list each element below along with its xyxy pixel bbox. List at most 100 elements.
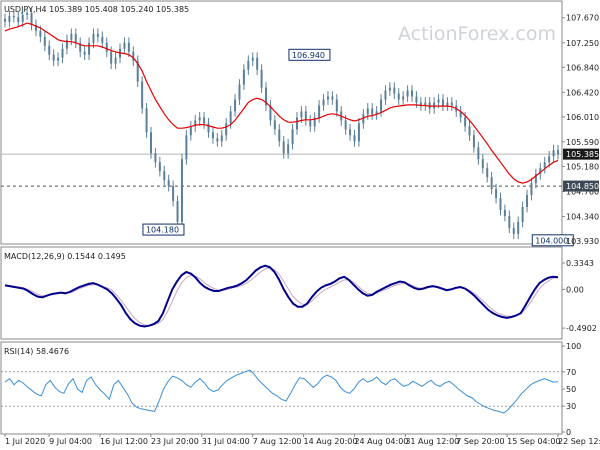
usdjpy-h4-chart: ActionForex.com USDJPY,H4 105.389 105.40… — [0, 0, 600, 450]
candle-body — [158, 162, 161, 172]
candle-body — [300, 111, 303, 118]
candle-body — [349, 129, 352, 136]
candle-body — [110, 51, 113, 64]
candle-body — [548, 156, 551, 163]
candle-body — [353, 135, 356, 142]
annotation-label: 106.940 — [292, 51, 325, 60]
candle-body — [433, 102, 436, 109]
price-tick-label: 105.590 — [566, 138, 599, 147]
candle-body — [371, 108, 374, 115]
candle-body — [114, 57, 117, 64]
candle-body — [273, 120, 276, 130]
candle-body — [26, 12, 29, 15]
candle-body — [225, 123, 228, 136]
candle-body — [17, 17, 20, 22]
time-tick-label: 15 Sep 04:00 — [507, 437, 560, 446]
candle-body — [123, 42, 126, 49]
time-tick-label: 1 Jul 2020 — [5, 437, 45, 446]
candle-body — [30, 12, 33, 25]
candle-body — [8, 15, 11, 22]
candle-body — [508, 215, 511, 228]
candle-body — [145, 108, 148, 133]
candle-body — [344, 120, 347, 130]
macd-tick-label: -0.4902 — [566, 324, 597, 333]
time-tick-label: 7 Aug 12:00 — [253, 437, 302, 446]
candle-body — [446, 102, 449, 106]
candle-body — [557, 150, 559, 155]
annotation-label: 104.180 — [146, 226, 179, 235]
candle-body — [380, 99, 383, 112]
price-tick-label: 103.930 — [566, 237, 599, 246]
candle-body — [251, 57, 254, 61]
candle-body — [486, 168, 489, 178]
candle-body — [526, 195, 529, 207]
candle-body — [172, 186, 175, 202]
candle-body — [393, 87, 396, 94]
candle-body — [127, 42, 130, 52]
rsi-tick-label: 50 — [566, 385, 576, 394]
candle-body — [238, 84, 241, 100]
candle-body — [74, 33, 77, 43]
rsi-tick-label: 30 — [566, 402, 576, 411]
candle-body — [260, 69, 263, 88]
candle-body — [552, 150, 555, 157]
candle-body — [322, 99, 325, 106]
candle-body — [464, 117, 467, 127]
candle-body — [362, 114, 365, 124]
candle-body — [490, 177, 493, 190]
candle-body — [521, 206, 524, 222]
candle-body — [402, 96, 405, 100]
candle-body — [441, 99, 444, 106]
macd-panel-title: MACD(12,26,9) 0.1544 0.1495 — [4, 252, 126, 261]
candle-body — [154, 153, 157, 163]
watermark: ActionForex.com — [398, 23, 556, 45]
candle-body — [472, 135, 475, 148]
candle-body — [309, 120, 312, 127]
candle-body — [295, 117, 298, 130]
candle-body — [141, 81, 144, 109]
candle-body — [180, 159, 183, 222]
candle-body — [411, 90, 414, 97]
time-tick-label: 22 Sep 12:00 — [558, 437, 600, 446]
macd-tick-label: 0.3343 — [566, 259, 594, 268]
candle-body — [543, 162, 546, 169]
candle-body — [335, 99, 338, 112]
candle-body — [96, 33, 99, 37]
candle-body — [450, 102, 453, 106]
candle-body — [234, 99, 237, 112]
candle-body — [495, 189, 498, 199]
support-level-tag: 104.850 — [566, 182, 599, 191]
candle-body — [216, 138, 219, 142]
price-tick-label: 106.420 — [566, 88, 599, 97]
candle-body — [61, 48, 64, 58]
time-tick-label: 23 Jul 20:00 — [151, 437, 199, 446]
candle-body — [406, 90, 409, 97]
price-tick-label: 107.250 — [566, 39, 599, 48]
candle-body — [83, 51, 86, 55]
price-tick-label: 105.180 — [566, 162, 599, 171]
time-tick-label: 16 Jul 12:00 — [100, 437, 148, 446]
candle-body — [21, 14, 24, 22]
candle-body — [242, 69, 245, 85]
candle-body — [415, 96, 418, 103]
price-tick-label: 107.670 — [566, 14, 599, 23]
candle-body — [220, 135, 223, 142]
candle-body — [92, 33, 95, 43]
macd-tick-label: 0.00 — [566, 285, 584, 294]
candle-body — [481, 159, 484, 169]
current-price-tag: 105.385 — [566, 150, 599, 159]
candle-body — [247, 60, 250, 70]
candle-body — [499, 198, 502, 210]
candle-body — [388, 87, 391, 91]
candle-body — [477, 147, 480, 160]
candle-body — [229, 111, 232, 124]
candle-body — [189, 126, 192, 136]
candle-body — [185, 135, 188, 160]
candle-body — [468, 126, 471, 136]
rsi-tick-label: 100 — [566, 342, 581, 351]
candle-body — [530, 183, 533, 196]
candle-body — [167, 180, 170, 187]
candle-body — [39, 30, 42, 37]
candle-body — [176, 201, 179, 222]
rsi-tick-label: 0 — [566, 428, 571, 437]
